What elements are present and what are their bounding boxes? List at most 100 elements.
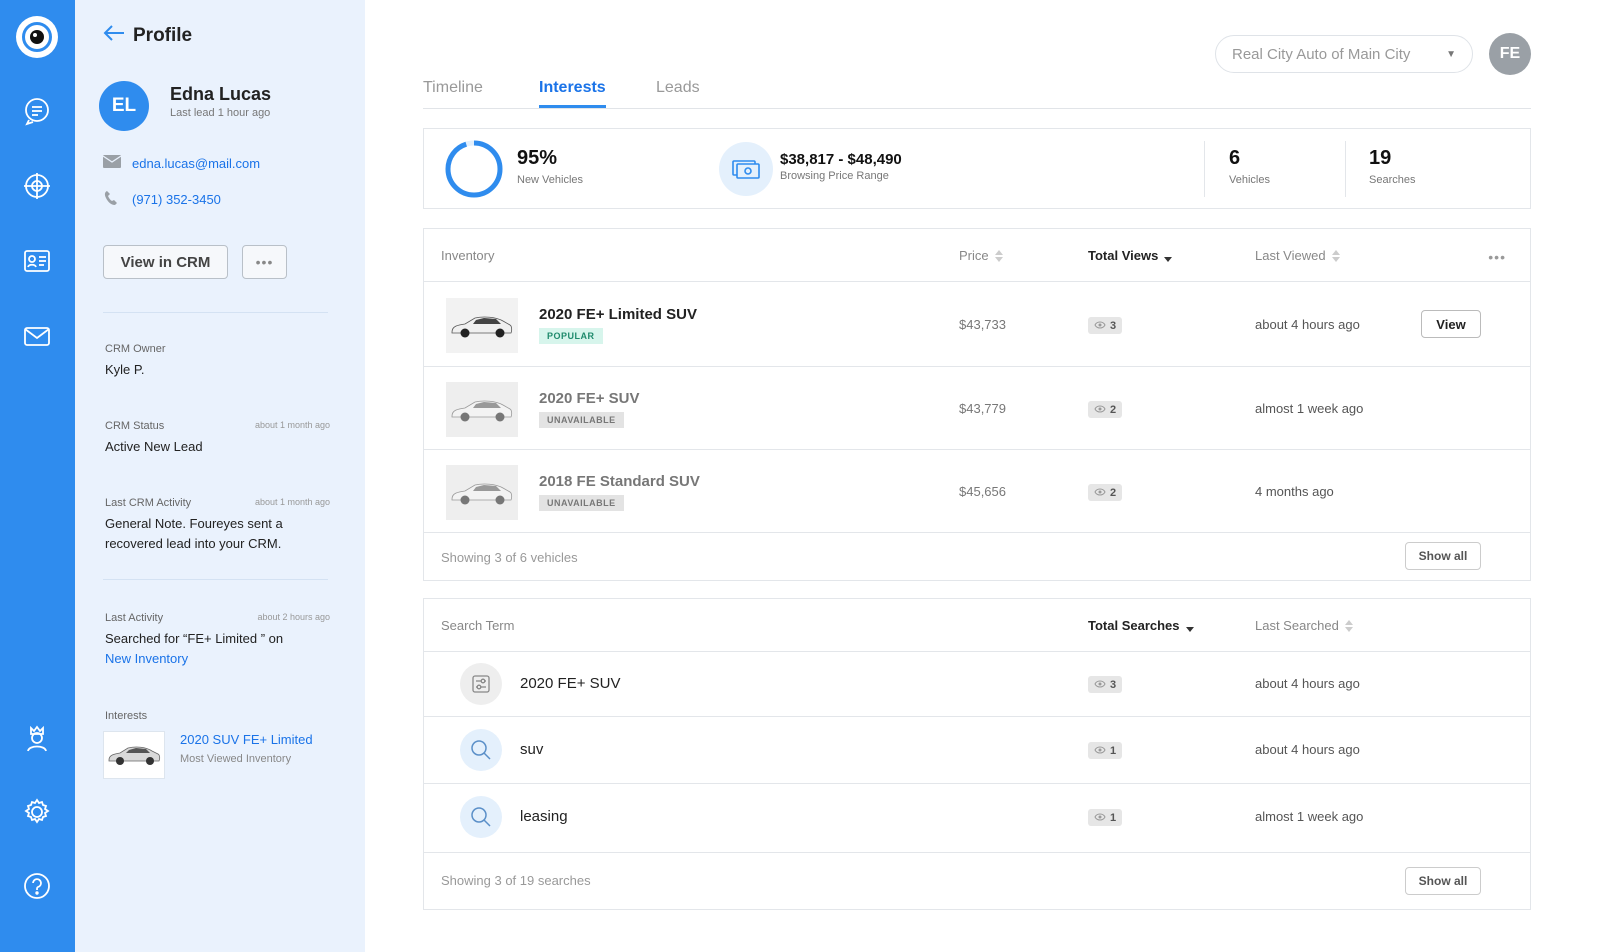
vehicles-label: Vehicles [1229,174,1270,186]
search-term: leasing [520,808,568,825]
search-term: 2020 FE+ SUV [520,675,621,692]
column-header-price[interactable]: Price [959,248,1003,263]
inventory-footer: Showing 3 of 6 vehicles Show all [424,533,1530,580]
email-link[interactable]: edna.lucas@mail.com [132,156,260,171]
mail-icon[interactable] [20,319,54,353]
avatar: EL [99,81,149,131]
last-searched-time: about 4 hours ago [1255,742,1360,757]
ellipsis-icon: ••• [255,254,274,270]
cash-icon [719,142,773,196]
column-header-total-searches[interactable]: Total Searches [1088,618,1194,633]
last-crm-activity-value: General Note. Foureyes sent a recovered … [105,516,283,551]
column-options-icon[interactable]: ••• [1488,249,1506,265]
column-header-inventory: Inventory [441,248,495,263]
interest-car-thumbnail[interactable] [103,731,165,779]
tab-interests[interactable]: Interests [539,79,606,108]
target-icon[interactable] [20,169,54,203]
searches-label: Searches [1369,174,1416,186]
search-count-badge: 1 [1088,809,1123,826]
last-lead-time: Last lead 1 hour ago [170,107,271,119]
table-row[interactable]: suv 1 about 4 hours ago [424,717,1530,784]
phone-link[interactable]: (971) 352-3450 [132,192,221,207]
eye-icon [1094,745,1106,757]
last-viewed-time: about 4 hours ago [1255,317,1360,332]
searches-count-text: Showing 3 of 19 searches [441,873,591,888]
last-viewed-time: almost 1 week ago [1255,401,1364,416]
dealer-select-value: Real City Auto of Main City [1232,45,1411,63]
last-crm-activity-label: Last CRM Activity [105,497,192,509]
eye-icon [1094,320,1106,332]
tab-leads[interactable]: Leads [656,79,700,105]
view-vehicle-button[interactable]: View [1421,310,1481,338]
table-row[interactable]: 2018 FE Standard SUV UNAVAILABLE $45,656… [424,450,1530,533]
table-row[interactable]: 2020 FE+ Limited SUV POPULAR $43,733 3 a… [424,282,1530,367]
profile-title: Profile [133,24,193,46]
last-activity-label: Last Activity [105,612,164,624]
vehicle-name[interactable]: 2020 FE+ Limited SUV [539,306,697,323]
crm-status-value: Active New Lead [105,439,203,454]
table-row[interactable]: leasing 1 almost 1 week ago [424,784,1530,853]
views-count-badge: 2 [1088,401,1123,418]
column-header-last-viewed[interactable]: Last Viewed [1255,248,1340,263]
phone-icon [103,190,121,209]
last-activity-value: Searched for “FE+ Limited ” on [105,631,284,646]
arrow-left-icon[interactable] [103,24,125,47]
last-activity-field: Last Activity about 2 hours ago Searched … [105,612,330,669]
last-searched-time: about 4 hours ago [1255,676,1360,691]
email-row: edna.lucas@mail.com [102,155,260,171]
view-in-crm-button[interactable]: View in CRM [103,245,228,279]
searches-header-row: Search Term Total Searches Last Searched [424,599,1530,652]
search-count-badge: 1 [1088,742,1123,759]
vehicle-price: $43,733 [959,317,1006,332]
sort-desc-icon [1164,250,1173,262]
dealer-select[interactable]: Real City Auto of Main City ▼ [1215,35,1473,73]
vehicle-name[interactable]: 2018 FE Standard SUV [539,473,700,490]
show-all-vehicles-button[interactable]: Show all [1405,542,1481,570]
eye-icon [1094,487,1106,499]
column-header-total-views[interactable]: Total Views [1088,248,1173,263]
eye-icon [1094,679,1106,691]
crm-owner-field: CRM Owner Kyle P. [105,343,330,380]
help-icon[interactable] [20,869,54,903]
unavailable-badge: UNAVAILABLE [539,412,624,428]
tab-timeline[interactable]: Timeline [423,79,483,105]
agent-icon[interactable] [20,721,54,755]
last-viewed-time: 4 months ago [1255,484,1334,499]
new-inventory-link[interactable]: New Inventory [105,651,188,666]
contact-card-icon[interactable] [20,244,54,278]
more-options-button[interactable]: ••• [242,245,287,279]
new-vehicles-label: New Vehicles [517,174,584,186]
crm-status-label: CRM Status [105,420,165,432]
table-row[interactable]: 2020 FE+ SUV 3 about 4 hours ago [424,652,1530,717]
interests-field: Interests [105,710,330,722]
back-to-profiles[interactable]: Profile [103,24,192,47]
search-term: suv [520,741,544,758]
interest-vehicle-link[interactable]: 2020 SUV FE+ Limited [180,732,313,747]
vehicle-name[interactable]: 2020 FE+ SUV [539,390,639,407]
views-count-badge: 2 [1088,484,1123,501]
interest-subtitle: Most Viewed Inventory [180,753,292,765]
chat-icon[interactable] [20,94,54,128]
vehicle-price: $45,656 [959,484,1006,499]
column-header-last-searched[interactable]: Last Searched [1255,618,1353,633]
sort-icon [1344,619,1353,632]
table-row[interactable]: 2020 FE+ SUV UNAVAILABLE $43,779 2 almos… [424,367,1530,450]
inventory-table: Inventory Price Total Views Last Viewed … [423,228,1531,581]
crm-owner-value: Kyle P. [105,362,145,377]
sort-icon [994,249,1003,262]
phone-row: (971) 352-3450 [103,190,221,209]
settings-gear-icon[interactable] [20,795,54,829]
logo-eye-icon[interactable] [16,16,58,58]
search-count-badge: 3 [1088,676,1123,693]
show-all-searches-button[interactable]: Show all [1405,867,1481,895]
views-count-badge: 3 [1088,317,1123,334]
crm-status-field: CRM Status about 1 month ago Active New L… [105,420,330,457]
inventory-header-row: Inventory Price Total Views Last Viewed … [424,229,1530,282]
eye-icon [1094,812,1106,824]
vehicle-price: $43,779 [959,401,1006,416]
car-thumbnail [446,298,518,353]
user-avatar[interactable]: FE [1489,33,1531,75]
last-crm-activity-time: about 1 month ago [254,497,330,507]
unavailable-badge: UNAVAILABLE [539,495,624,511]
searches-count: 19 [1369,147,1392,169]
